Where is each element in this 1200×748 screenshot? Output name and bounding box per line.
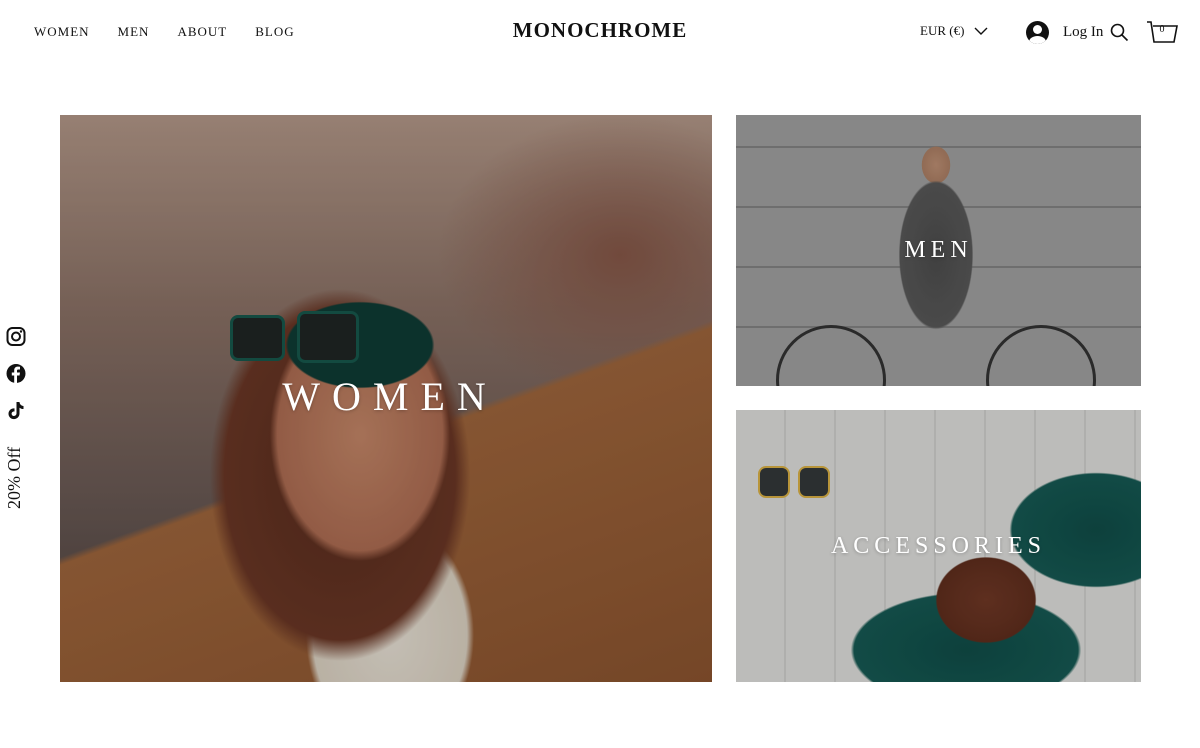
instagram-icon[interactable]	[6, 326, 26, 347]
social-bar	[6, 326, 26, 421]
login-label: Log In	[1063, 24, 1104, 40]
facebook-icon[interactable]	[6, 363, 26, 384]
currency-selector[interactable]: EUR (€)	[920, 23, 988, 39]
category-tile-men[interactable]: MEN	[736, 115, 1141, 386]
cart-count: 0	[1159, 24, 1165, 35]
tile-label-men: MEN	[904, 237, 973, 263]
currency-label: EUR (€)	[920, 23, 965, 38]
avatar-icon	[1026, 21, 1049, 44]
sunglasses-lens	[297, 311, 359, 363]
search-icon[interactable]	[1110, 23, 1129, 42]
category-tile-accessories[interactable]: ACCESSORIES	[736, 410, 1141, 682]
tile-label-women: WOMEN	[282, 374, 498, 419]
sunglasses-lens	[758, 466, 790, 498]
chevron-down-icon	[974, 27, 988, 35]
cart-button[interactable]: 0	[1146, 18, 1178, 51]
login-button[interactable]: Log In	[1026, 21, 1103, 44]
promo-link[interactable]: 20% Off	[4, 447, 25, 509]
sunglasses-lens	[230, 315, 285, 361]
category-tile-women[interactable]: WOMEN	[60, 115, 712, 682]
site-logo[interactable]: MONOCHROME	[0, 18, 1200, 43]
site-header: WOMEN MEN ABOUT BLOG MONOCHROME EUR (€) …	[0, 0, 1200, 64]
sunglasses-lens	[798, 466, 830, 498]
tile-label-accessories: ACCESSORIES	[830, 532, 1047, 559]
tiktok-icon[interactable]	[6, 400, 26, 421]
